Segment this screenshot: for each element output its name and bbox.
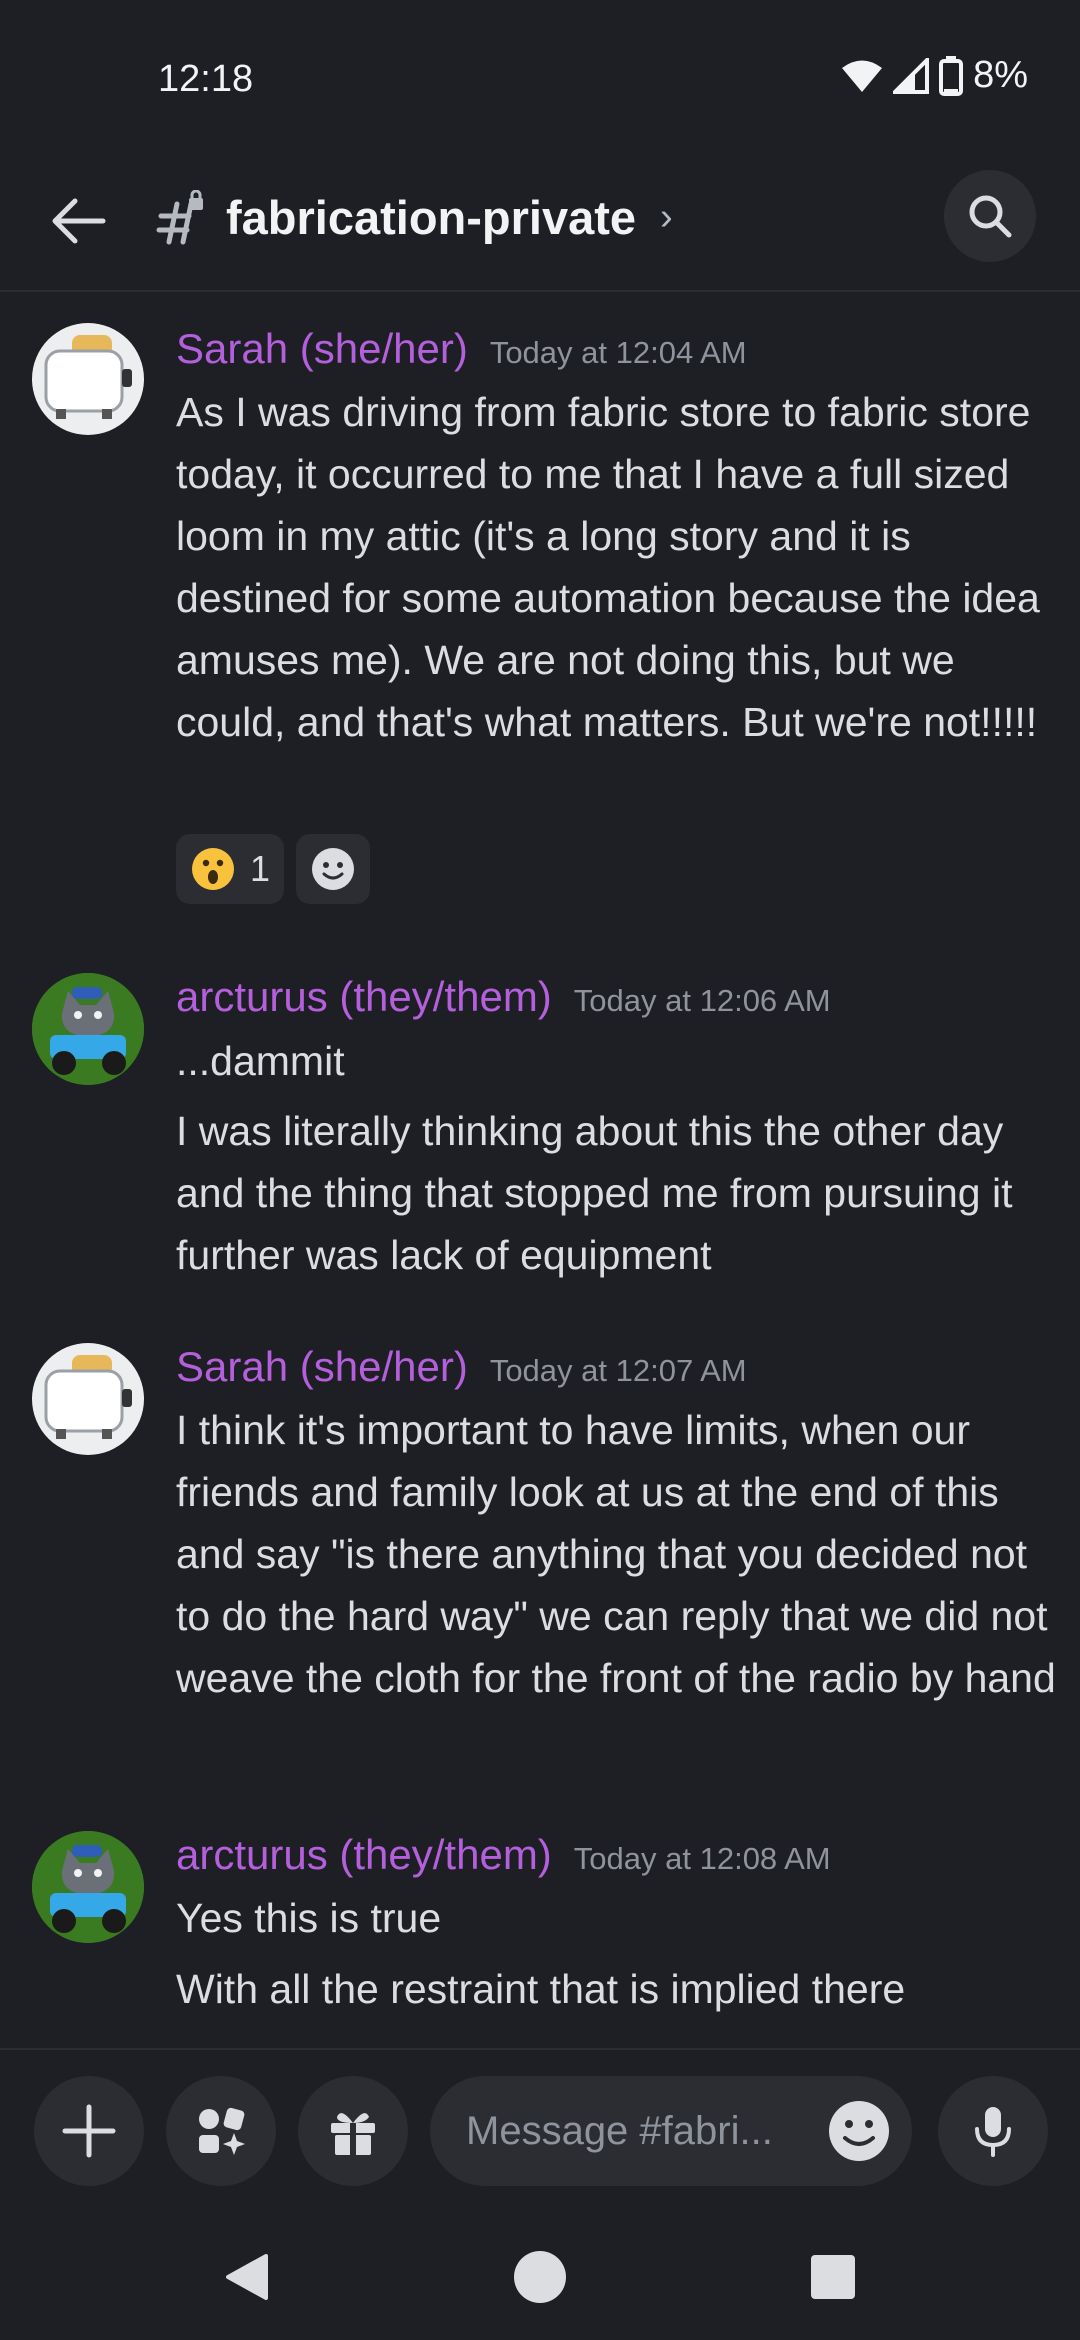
message-header: arcturus (they/them) Today at 12:06 AM bbox=[176, 973, 831, 1021]
apps-icon bbox=[199, 2107, 245, 2155]
microphone-icon bbox=[975, 2107, 1011, 2157]
nav-back-button[interactable] bbox=[212, 2242, 282, 2312]
gift-icon bbox=[331, 2113, 375, 2155]
toaster-icon bbox=[44, 1355, 132, 1439]
status-time: 12:18 bbox=[158, 58, 254, 100]
add-attachment-button[interactable] bbox=[34, 2076, 144, 2186]
chevron-right-icon[interactable]: › bbox=[660, 196, 673, 239]
apps-button[interactable] bbox=[166, 2076, 276, 2186]
circle-home-icon bbox=[514, 2251, 566, 2303]
cell-signal-icon bbox=[893, 57, 930, 94]
system-navigation-bar bbox=[0, 2208, 1080, 2340]
message-text: Yes this is true bbox=[176, 1895, 442, 1941]
plus-icon bbox=[62, 2104, 116, 2158]
message-text: ...dammit bbox=[176, 1038, 345, 1084]
message-text: I was literally thinking about this the … bbox=[176, 1108, 1013, 1278]
triangle-back-icon bbox=[226, 2254, 268, 2300]
square-recents-icon bbox=[811, 2255, 855, 2299]
search-button[interactable] bbox=[944, 170, 1036, 262]
timestamp: Today at 12:06 AM bbox=[573, 983, 831, 1018]
timestamp: Today at 12:07 AM bbox=[489, 1353, 747, 1388]
voice-message-button[interactable] bbox=[938, 2076, 1048, 2186]
private-channel-icon bbox=[156, 190, 203, 245]
timestamp: Today at 12:08 AM bbox=[573, 1841, 831, 1876]
add-reaction-button[interactable] bbox=[296, 834, 371, 904]
reaction-count: 1 bbox=[250, 848, 271, 889]
toaster-icon bbox=[44, 335, 132, 419]
message-text: With all the restraint that is implied t… bbox=[176, 1966, 906, 2012]
status-icons: 8% bbox=[841, 54, 1028, 97]
cat-on-tractor-icon bbox=[32, 973, 144, 1085]
author-name[interactable]: arcturus (they/them) bbox=[176, 973, 552, 1021]
search-icon bbox=[969, 195, 1012, 238]
battery-icon bbox=[939, 55, 964, 96]
wifi-icon bbox=[842, 60, 883, 92]
reactions: 1 bbox=[176, 834, 371, 904]
channel-name[interactable]: fabrication-private bbox=[226, 190, 636, 245]
author-name[interactable]: Sarah (she/her) bbox=[176, 1343, 468, 1391]
avatar[interactable] bbox=[32, 323, 144, 435]
avatar[interactable] bbox=[32, 1343, 144, 1455]
author-name[interactable]: Sarah (she/her) bbox=[176, 325, 468, 373]
channel-header: fabrication-private › bbox=[0, 160, 1080, 292]
battery-percent: 8% bbox=[973, 54, 1028, 96]
avatar[interactable] bbox=[32, 973, 144, 1085]
message-header: Sarah (she/her) Today at 12:07 AM bbox=[176, 1343, 747, 1391]
nav-recents-button[interactable] bbox=[798, 2242, 868, 2312]
message-text: I think it's important to have limits, w… bbox=[176, 1407, 1056, 1701]
cat-on-tractor-icon bbox=[32, 1831, 144, 1943]
gift-button[interactable] bbox=[298, 2076, 408, 2186]
message-list[interactable]: Sarah (she/her) Today at 12:04 AM As I w… bbox=[0, 295, 1080, 2045]
arrow-left-icon bbox=[52, 198, 106, 244]
emoji-button[interactable] bbox=[826, 2098, 892, 2164]
author-name[interactable]: arcturus (they/them) bbox=[176, 1831, 552, 1879]
timestamp: Today at 12:04 AM bbox=[489, 335, 747, 370]
status-bar: 12:18 8% bbox=[0, 0, 1080, 160]
add-reaction-icon bbox=[312, 848, 355, 890]
message-composer bbox=[0, 2048, 1080, 2210]
message-text: As I was driving from fabric store to fa… bbox=[176, 389, 1040, 745]
astonished-face-icon bbox=[192, 848, 234, 890]
back-button[interactable] bbox=[44, 186, 114, 256]
emoji-icon bbox=[829, 2101, 889, 2161]
message-header: arcturus (they/them) Today at 12:08 AM bbox=[176, 1831, 831, 1879]
message-header: Sarah (she/her) Today at 12:04 AM bbox=[176, 325, 747, 373]
avatar[interactable] bbox=[32, 1831, 144, 1943]
reaction-astonished[interactable]: 1 bbox=[176, 834, 285, 904]
nav-home-button[interactable] bbox=[505, 2242, 575, 2312]
